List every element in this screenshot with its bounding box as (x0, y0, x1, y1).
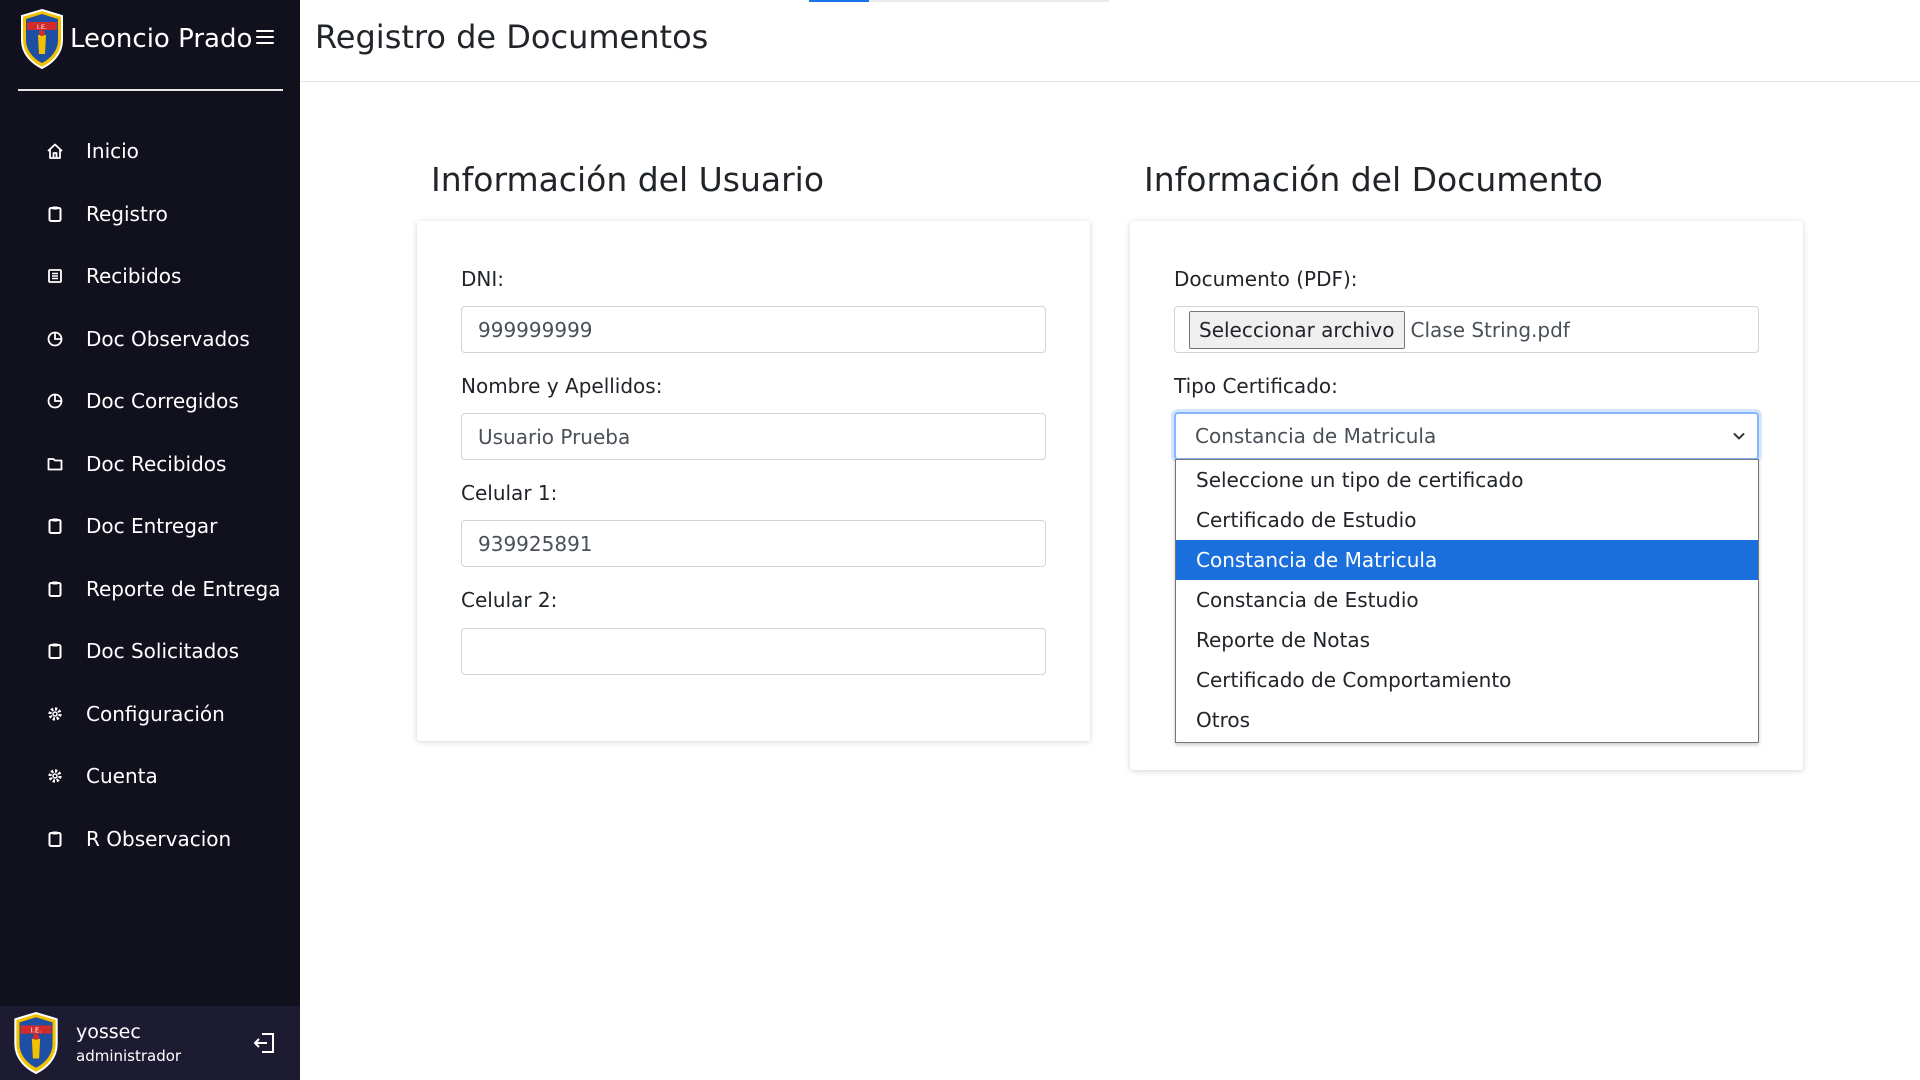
profile-role: administrador (76, 1047, 182, 1065)
sidebar-item-doc-entregar[interactable]: Doc Entregar (0, 495, 300, 558)
gear-icon (44, 703, 66, 725)
gear-icon (44, 765, 66, 787)
sidebar-item-label: Doc Recibidos (86, 451, 227, 476)
dropdown-option[interactable]: Reporte de Notas (1176, 620, 1758, 660)
sidebar-item-label: Doc Corregidos (86, 389, 239, 414)
page-title: Registro de Documentos (315, 18, 709, 56)
dropdown-option[interactable]: Certificado de Estudio (1176, 500, 1758, 540)
dropdown-option[interactable]: Seleccione un tipo de certificado (1176, 460, 1758, 500)
dropdown-option[interactable]: Constancia de Matricula (1176, 540, 1758, 580)
sidebar-item-registro[interactable]: Registro (0, 183, 300, 246)
choose-file-button[interactable]: Seleccionar archivo (1189, 310, 1405, 349)
sidebar-item-doc-observados[interactable]: Doc Observados (0, 308, 300, 371)
file-name: Clase String.pdf (1410, 317, 1570, 342)
sidebar-item-label: R Observacion (86, 826, 232, 851)
home-icon (44, 140, 66, 162)
sidebar-item-label: Doc Observados (86, 326, 250, 351)
certificate-type-select[interactable]: Constancia de Matricula (1174, 412, 1759, 460)
sidebar-item-doc-solicitados[interactable]: Doc Solicitados (0, 620, 300, 683)
pie-chart-icon (44, 328, 66, 350)
pie-chart-icon (44, 390, 66, 412)
sidebar-item-label: Recibidos (86, 264, 182, 289)
sidebar-item-inicio[interactable]: Inicio (0, 120, 300, 183)
sidebar-item-reporte-entrega[interactable]: Reporte de Entrega (0, 558, 300, 621)
brand-name: Leoncio Prado (70, 24, 253, 54)
menu-toggle-icon[interactable] (256, 26, 284, 50)
phone1-label: Celular 1: (461, 481, 558, 505)
sidebar-item-label: Inicio (86, 139, 139, 164)
type-label: Tipo Certificado: (1174, 374, 1338, 398)
file-input[interactable]: Seleccionar archivo Clase String.pdf (1174, 306, 1759, 353)
select-value: Constancia de Matricula (1195, 424, 1437, 448)
dropdown-option[interactable]: Otros (1176, 700, 1758, 740)
school-logo (18, 8, 66, 70)
certificate-type-dropdown: Seleccione un tipo de certificado Certif… (1175, 459, 1759, 743)
sidebar-item-label: Doc Entregar (86, 514, 218, 539)
user-profile: yossec administrador (0, 1006, 300, 1080)
brand[interactable]: Leoncio Prado (18, 8, 252, 70)
phone2-label: Celular 2: (461, 588, 558, 612)
sidebar-item-recibidos[interactable]: Recibidos (0, 245, 300, 308)
sidebar: Leoncio Prado Inicio Registro Recibidos (0, 0, 300, 1080)
avatar (10, 1011, 62, 1075)
sidebar-item-doc-recibidos[interactable]: Doc Recibidos (0, 433, 300, 496)
sidebar-item-configuracion[interactable]: Configuración (0, 683, 300, 746)
dropdown-option[interactable]: Certificado de Comportamiento (1176, 660, 1758, 700)
phone1-field[interactable] (461, 520, 1046, 567)
sidebar-item-label: Configuración (86, 701, 225, 726)
sidebar-item-cuenta[interactable]: Cuenta (0, 745, 300, 808)
profile-name: yossec (76, 1021, 141, 1043)
name-field[interactable] (461, 413, 1046, 460)
clipboard-icon (44, 515, 66, 537)
top-bar: Registro de Documentos (300, 0, 1920, 82)
clipboard-icon (44, 203, 66, 225)
clipboard-icon (44, 828, 66, 850)
top-progress-bar (809, 0, 1109, 2)
dni-field[interactable] (461, 306, 1046, 353)
phone2-field[interactable] (461, 628, 1046, 675)
sidebar-item-label: Doc Solicitados (86, 639, 240, 664)
document-section-title: Información del Documento (1144, 160, 1603, 199)
user-section-title: Información del Usuario (431, 160, 825, 199)
dropdown-option[interactable]: Constancia de Estudio (1176, 580, 1758, 620)
logout-icon[interactable] (252, 1030, 278, 1056)
top-progress-fill (809, 0, 869, 2)
sidebar-item-label: Registro (86, 201, 168, 226)
list-icon (44, 265, 66, 287)
sidebar-item-r-observacion[interactable]: R Observacion (0, 808, 300, 871)
sidebar-item-label: Reporte de Entrega (86, 576, 281, 601)
chevron-down-icon (1733, 433, 1745, 440)
name-label: Nombre y Apellidos: (461, 374, 663, 398)
divider (18, 89, 283, 91)
user-card: DNI: Nombre y Apellidos: Celular 1: Celu… (417, 221, 1090, 741)
sidebar-nav: Inicio Registro Recibidos Doc Observados… (0, 120, 300, 870)
clipboard-icon (44, 640, 66, 662)
dni-label: DNI: (461, 267, 504, 291)
folder-icon (44, 453, 66, 475)
sidebar-item-doc-corregidos[interactable]: Doc Corregidos (0, 370, 300, 433)
file-label: Documento (PDF): (1174, 267, 1358, 291)
clipboard-icon (44, 578, 66, 600)
sidebar-item-label: Cuenta (86, 764, 158, 789)
